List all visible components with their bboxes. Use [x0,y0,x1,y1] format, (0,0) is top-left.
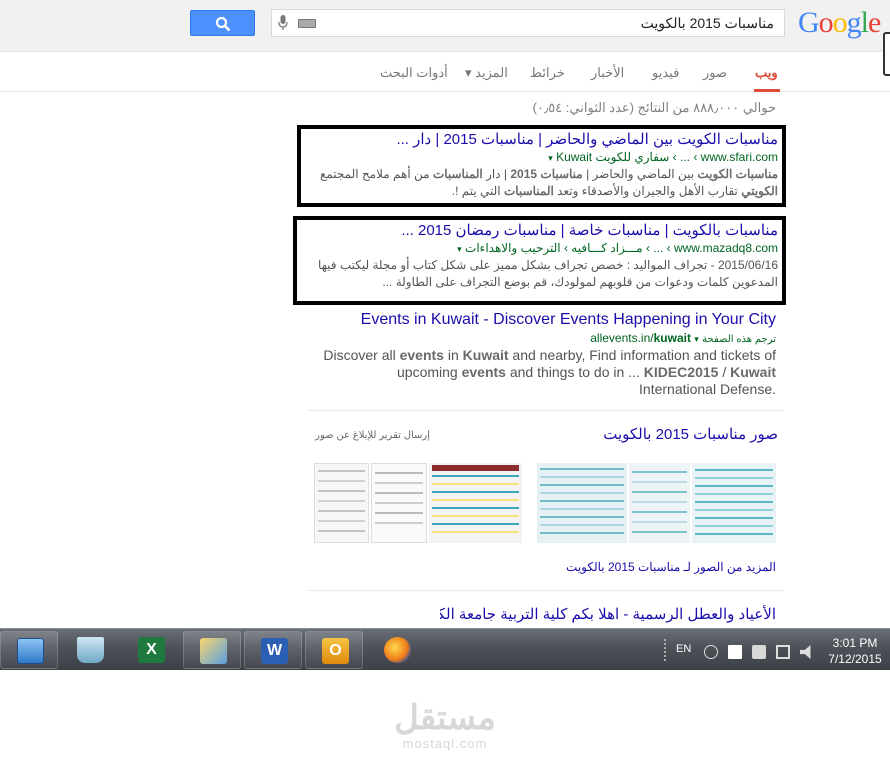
search-input[interactable]: مناسبات 2015 بالكويت [271,9,785,37]
result-url-text[interactable]: allevents.in/kuwait [590,331,691,345]
result-snippet: 2015/06/16 - تجراف المواليد : خصص تجراف … [317,258,778,289]
recycle-bin-icon [77,637,104,663]
taskbar-app-recycle[interactable] [61,631,119,669]
tab-search-tools[interactable]: أدوات البحث [380,65,448,81]
result-snippet: مناسبات الكويت بين الماضي والحاضر | مناس… [319,167,778,198]
search-result: مناسبات الكويت بين الماضي والحاضر | مناس… [303,130,778,200]
result-title-link[interactable]: مناسبات الكويت بين الماضي والحاضر | مناس… [303,130,778,148]
image-thumbnail[interactable] [537,463,627,543]
divider [308,410,784,411]
tab-news[interactable]: الأخبار [591,65,624,81]
result-stats: حوالي ٨٨٨٫٠٠٠ من النتائج (عدد الثواني: ٠… [532,100,776,115]
taskbar-app-excel[interactable]: X [122,631,180,669]
caret-down-icon[interactable]: ▾ [694,334,699,344]
search-header: Google مناسبات 2015 بالكويت [0,0,890,76]
google-logo[interactable]: Google [798,6,881,40]
clock-date: 7/12/2015 [828,652,882,666]
result-url: ترجم هذه الصفحة ▾ allevents.in/kuwait [320,331,776,345]
result-url: www.sfari.com › ... › سفاري للكويت Kuwai… [303,150,778,164]
search-result: مناسبات بالكويت | مناسبات خاصة | مناسبات… [300,221,778,291]
keyboard-icon[interactable] [298,19,316,28]
result-url: www.mazadq8.com › ... › مـــزاد كـــافيه… [300,241,778,255]
report-images-link[interactable]: إرسال تقرير للإبلاغ عن صور [300,430,430,441]
image-thumbnail[interactable] [692,463,776,543]
language-indicator[interactable]: EN [676,643,691,655]
taskbar-app-word[interactable]: W [244,631,302,669]
monitor-icon [17,638,44,664]
microphone-icon[interactable] [278,15,288,31]
more-images-link[interactable]: المزيد من الصور لـ مناسبات 2015 بالكويت [540,560,776,574]
word-icon: W [261,638,288,664]
image-results-heading[interactable]: صور مناسبات 2015 بالكويت [586,425,778,443]
show-hidden-icons-icon[interactable] [704,645,718,659]
result-snippet: Discover all events in Kuwait and nearby… [323,347,776,397]
tab-videos[interactable]: فيديو [652,65,679,81]
tab-images[interactable]: صور [703,65,727,81]
tab-more[interactable]: المزيد ▾ [465,65,508,81]
watermark-latin: mostaql.com [402,736,488,751]
result-url-text[interactable]: www.sfari.com › ... › سفاري للكويت Kuwai… [556,150,778,164]
result-title-link[interactable]: مناسبات بالكويت | مناسبات خاصة | مناسبات… [300,221,778,239]
excel-icon: X [138,637,165,663]
clock-time: 3:01 PM [832,636,878,650]
taskbar-app-firefox[interactable] [368,631,426,669]
image-thumbnail[interactable] [314,463,369,543]
network-icon[interactable] [776,645,790,659]
tab-web[interactable]: ويب [755,65,778,81]
watermark-arabic: مستقل [394,699,496,737]
flag-icon[interactable] [728,645,742,659]
search-query-text: مناسبات 2015 بالكويت [640,15,774,31]
tab-maps[interactable]: خرائط [530,65,565,81]
result-title-link[interactable]: Events in Kuwait - Discover Events Happe… [320,311,776,329]
volume-icon[interactable] [800,645,811,659]
result-title-link[interactable]: الأعياد والعطل الرسمية - اهلا بكم كلية ا… [440,605,776,623]
outlook-icon: O [322,638,349,664]
search-tabs: ويب صور فيديو الأخبار خرائط المزيد ▾ أدو… [0,52,890,92]
active-tab-indicator [754,89,780,92]
image-thumbnail[interactable] [371,463,427,543]
paint-icon [200,638,227,664]
result-url-text[interactable]: www.mazadq8.com › ... › مـــزاد كـــافيه… [465,241,778,255]
translate-page-link[interactable]: ترجم هذه الصفحة [702,334,776,345]
caret-down-icon[interactable]: ▾ [548,153,553,163]
windows-taskbar: X W O EN 3:01 PM 7/12/2015 [0,628,890,670]
taskbar-clock[interactable]: 3:01 PM 7/12/2015 [820,635,890,667]
search-button[interactable] [190,10,255,36]
taskbar-grip [664,639,668,661]
taskbar-app-paint[interactable] [183,631,241,669]
search-result: Events in Kuwait - Discover Events Happe… [320,311,776,398]
caret-down-icon[interactable]: ▾ [457,244,462,254]
watermark-logo: مستقل mostaql.com [380,700,510,751]
divider [308,590,784,591]
screenshot: Google مناسبات 2015 بالكويت ويب صور فيدي… [0,0,890,768]
image-thumbnail[interactable] [629,463,690,543]
search-icon [215,16,231,32]
taskbar-app-remote-desktop[interactable] [0,631,58,669]
firefox-icon [384,637,411,663]
tools-icon[interactable] [752,645,766,659]
taskbar-app-outlook[interactable]: O [305,631,363,669]
image-thumbnail[interactable] [429,463,522,543]
